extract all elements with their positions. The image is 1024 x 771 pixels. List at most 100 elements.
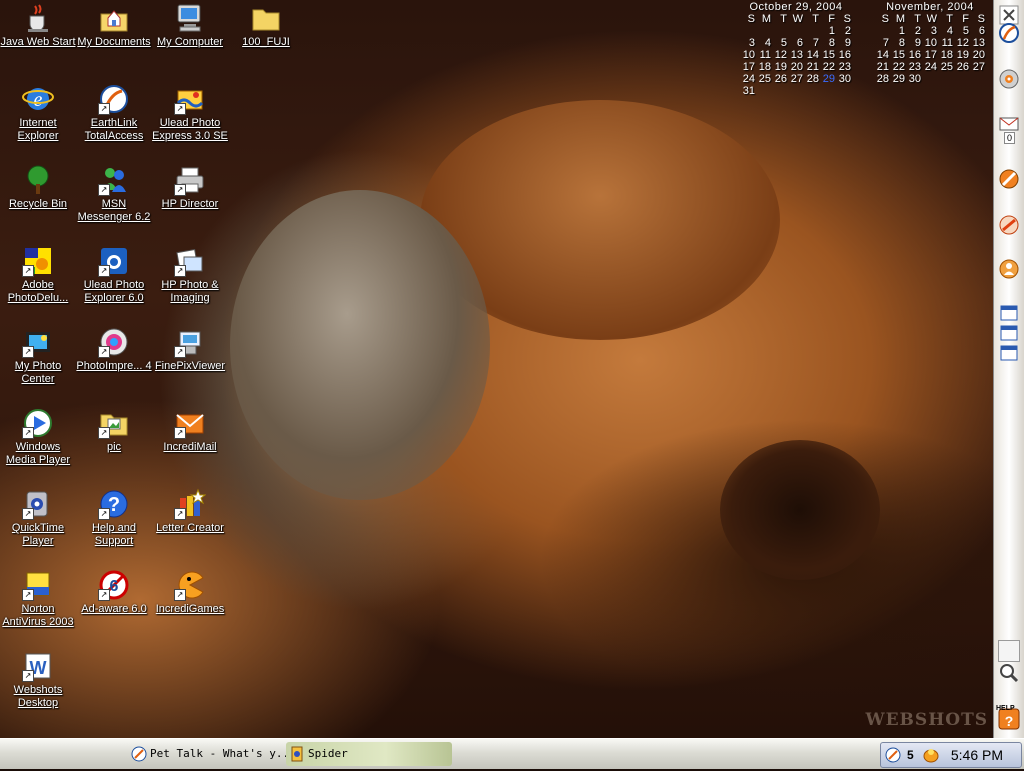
calendar-day[interactable]: 19 xyxy=(954,49,970,61)
desktop-icon-recycle-bin-tree[interactable]: Recycle Bin xyxy=(0,164,76,211)
calendar-day[interactable]: 13 xyxy=(788,49,804,61)
calendar-day[interactable]: 5 xyxy=(772,37,788,49)
task-button-spider[interactable]: Spider xyxy=(286,742,452,766)
desktop-icon-finepix[interactable]: ↗ FinePixViewer xyxy=(152,326,228,373)
calendar-day[interactable]: 21 xyxy=(874,61,890,73)
desktop-icon-envelope[interactable]: ↗ IncrediMail xyxy=(152,407,228,454)
toolbar-no-sign-button[interactable] xyxy=(998,168,1020,190)
desktop-icon-letter-creator[interactable]: ↗ Letter Creator xyxy=(152,488,228,535)
calendar-day[interactable]: 28 xyxy=(874,73,890,85)
calendar-day[interactable]: 2 xyxy=(906,25,922,37)
calendar-day[interactable]: 22 xyxy=(890,61,906,73)
calendar-day[interactable]: 23 xyxy=(836,61,852,73)
desktop-icon-folder[interactable]: 100_FUJI xyxy=(228,2,304,49)
desktop-icon-photodeluxe[interactable]: ↗ Adobe PhotoDelu... xyxy=(0,245,76,305)
calendar-day[interactable]: 18 xyxy=(938,49,954,61)
toolbar-help-button[interactable]: ? HELP xyxy=(996,705,1020,730)
toolbar-mail-button[interactable]: 0 xyxy=(998,114,1020,144)
desktop-icon-picture-folder[interactable]: ↗ pic xyxy=(76,407,152,454)
desktop-icon-earthlink[interactable]: ↗ EarthLink TotalAccess xyxy=(76,83,152,143)
desktop-icon-computer-monitor[interactable]: My Computer xyxy=(152,2,228,49)
calendar-day[interactable]: 18 xyxy=(756,61,772,73)
calendar-day[interactable]: 30 xyxy=(836,73,852,85)
calendar-day[interactable]: 29 xyxy=(820,73,836,85)
calendar-day[interactable]: 3 xyxy=(740,37,756,49)
calendar-day[interactable]: 28 xyxy=(804,73,820,85)
calendar-day[interactable]: 16 xyxy=(906,49,922,61)
desktop-icon-java-cup[interactable]: Java Web Start xyxy=(0,2,76,49)
desktop-icon-quicktime[interactable]: ↗ QuickTime Player xyxy=(0,488,76,548)
desktop-icon-printer[interactable]: ↗ HP Director xyxy=(152,164,228,211)
calendar-day[interactable]: 25 xyxy=(938,61,954,73)
toolbar-window-button[interactable] xyxy=(998,342,1020,364)
calendar-day[interactable]: 15 xyxy=(820,49,836,61)
calendar-day[interactable]: 26 xyxy=(954,61,970,73)
calendar-day[interactable]: 17 xyxy=(922,49,938,61)
calendar-day[interactable]: 10 xyxy=(922,37,938,49)
calendar-day[interactable]: 21 xyxy=(804,61,820,73)
calendar-day[interactable]: 27 xyxy=(788,73,804,85)
desktop-icon-internet-explorer[interactable]: e Internet Explorer xyxy=(0,83,76,143)
desktop-icon-help[interactable]: ? ↗ Help and Support xyxy=(76,488,152,548)
calendar-day[interactable]: 4 xyxy=(938,25,954,37)
calendar-day[interactable]: 7 xyxy=(804,37,820,49)
toolbar-user-button[interactable] xyxy=(998,258,1020,280)
calendar-day[interactable]: 5 xyxy=(954,25,970,37)
desktop-icon-photo-express[interactable]: ↗ Ulead Photo Express 3.0 SE xyxy=(152,83,228,143)
toolbar-earthlink-button[interactable] xyxy=(998,22,1020,44)
calendar-day[interactable]: 6 xyxy=(788,37,804,49)
calendar-day[interactable]: 15 xyxy=(890,49,906,61)
desktop-icon-webshots[interactable]: W ↗ Webshots Desktop xyxy=(0,650,76,710)
desktop-icon-photo-explorer[interactable]: ↗ Ulead Photo Explorer 6.0 xyxy=(76,245,152,305)
calendar-day[interactable]: 9 xyxy=(906,37,922,49)
desktop-icon-msn-messenger[interactable]: ↗ MSN Messenger 6.2 xyxy=(76,164,152,224)
calendar-day[interactable]: 4 xyxy=(756,37,772,49)
calendar-day[interactable]: 10 xyxy=(740,49,756,61)
calendar-day[interactable]: 22 xyxy=(820,61,836,73)
calendar-day[interactable]: 20 xyxy=(788,61,804,73)
calendar-day[interactable]: 24 xyxy=(740,73,756,85)
calendar-day[interactable]: 29 xyxy=(890,73,906,85)
calendar-day[interactable]: 8 xyxy=(820,37,836,49)
desktop-icon-norton[interactable]: ↗ Norton AntiVirus 2003 xyxy=(0,569,76,629)
calendar-day[interactable]: 31 xyxy=(740,85,756,97)
calendar-day[interactable]: 12 xyxy=(772,49,788,61)
calendar-day[interactable]: 30 xyxy=(906,73,922,85)
calendar-day[interactable]: 19 xyxy=(772,61,788,73)
desktop-icon-house-folder[interactable]: My Documents xyxy=(76,2,152,49)
desktop-icon-media-player[interactable]: ↗ Windows Media Player xyxy=(0,407,76,467)
calendar-day[interactable]: 1 xyxy=(890,25,906,37)
calendar-day[interactable]: 16 xyxy=(836,49,852,61)
calendar-day[interactable]: 26 xyxy=(772,73,788,85)
calendar-day[interactable]: 6 xyxy=(970,25,986,37)
calendar-day[interactable]: 17 xyxy=(740,61,756,73)
calendar-day[interactable]: 20 xyxy=(970,49,986,61)
calendar-day[interactable]: 12 xyxy=(954,37,970,49)
calendar-day[interactable]: 3 xyxy=(922,25,938,37)
calendar-day[interactable]: 9 xyxy=(836,37,852,49)
toolbar-window-button[interactable] xyxy=(998,322,1020,344)
calendar-day[interactable]: 13 xyxy=(970,37,986,49)
desktop-icon-hp-photo[interactable]: ↗ HP Photo & Imaging xyxy=(152,245,228,305)
toolbar-scroll-box[interactable] xyxy=(998,640,1020,662)
calendar-day[interactable]: 23 xyxy=(906,61,922,73)
calendar-day[interactable]: 11 xyxy=(938,37,954,49)
calendar-day[interactable]: 27 xyxy=(970,61,986,73)
desktop-icon-photo-center[interactable]: ↗ My Photo Center xyxy=(0,326,76,386)
calendar-day[interactable]: 2 xyxy=(836,25,852,37)
desktop-icon-pacman[interactable]: ↗ IncrediGames xyxy=(152,569,228,616)
incredimail-tray-icon[interactable] xyxy=(923,747,939,763)
desktop-icon-ad-aware[interactable]: 6 ↗ Ad-aware 6.0 xyxy=(76,569,152,616)
calendar-day[interactable]: 11 xyxy=(756,49,772,61)
calendar-day[interactable]: 14 xyxy=(874,49,890,61)
toolbar-search-button[interactable] xyxy=(998,662,1020,684)
earthlink-tray-icon[interactable] xyxy=(885,747,901,763)
toolbar-earthlink-orange-button[interactable] xyxy=(998,214,1020,236)
toolbar-cd-button[interactable] xyxy=(998,68,1020,90)
calendar-day[interactable]: 24 xyxy=(922,61,938,73)
toolbar-window-button[interactable] xyxy=(998,302,1020,324)
taskbar-clock[interactable]: 5:46 PM xyxy=(951,743,1003,767)
task-button-pet-talk[interactable]: Pet Talk - What's y... xyxy=(128,742,300,766)
calendar-day[interactable]: 7 xyxy=(874,37,890,49)
calendar-day[interactable]: 25 xyxy=(756,73,772,85)
